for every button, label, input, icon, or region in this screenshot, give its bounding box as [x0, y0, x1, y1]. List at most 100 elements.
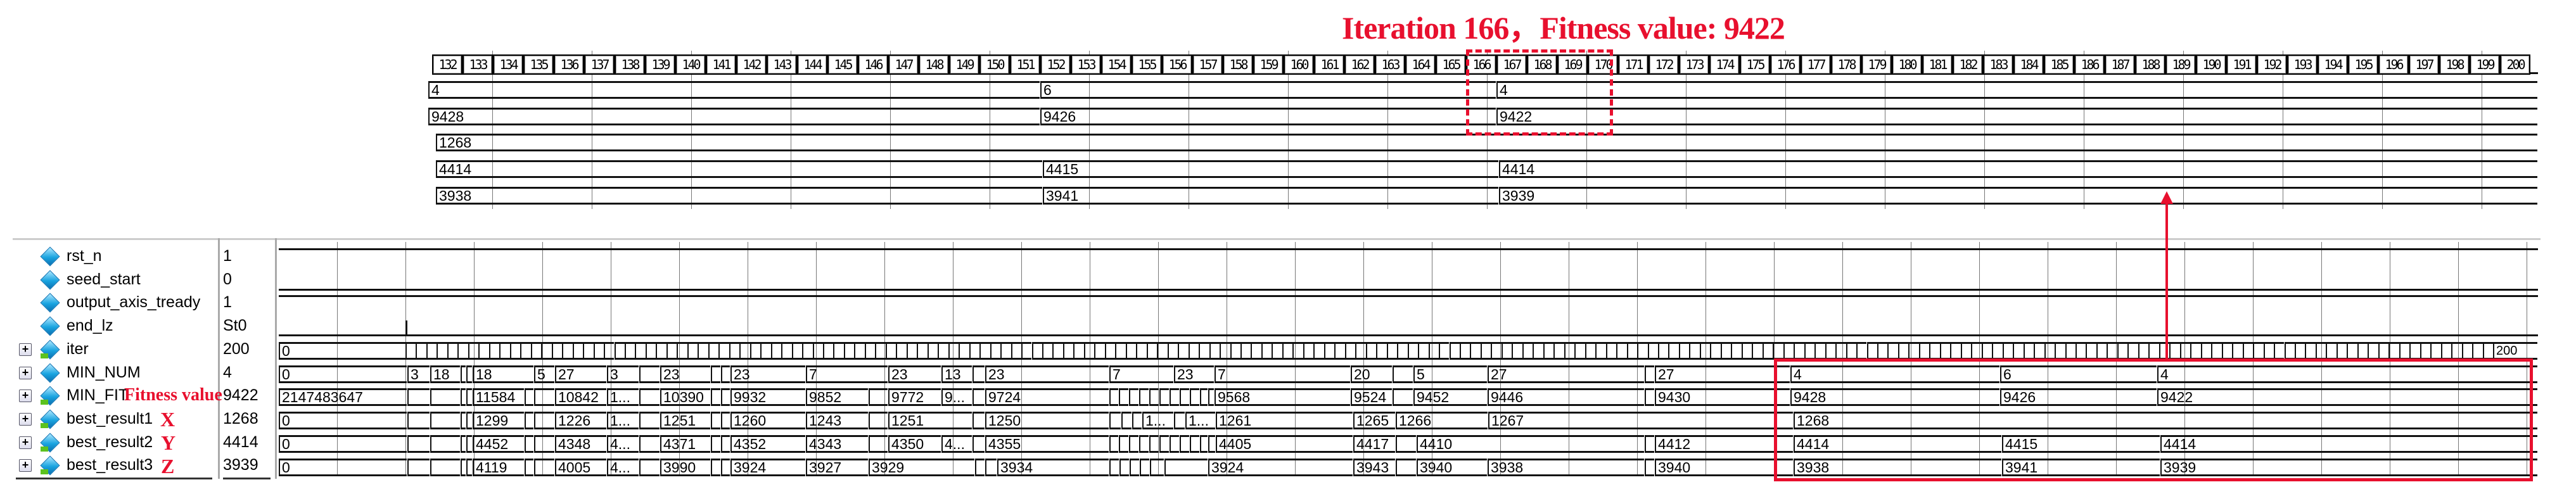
iter-cell: 150 — [979, 54, 1010, 75]
bus-segment — [2472, 342, 2483, 360]
bus-segment — [1522, 342, 1533, 360]
signal-name[interactable]: best_result2 — [67, 433, 153, 452]
bus-segment — [1584, 342, 1596, 360]
bus-segment — [721, 458, 730, 476]
bus-segment: 23 — [660, 365, 710, 383]
bus-segment — [499, 342, 510, 360]
bus-segment — [525, 388, 533, 407]
bus-segment — [1121, 412, 1132, 430]
expand-toggle-icon[interactable]: + — [19, 459, 32, 472]
bus-segment: 9524 — [1351, 388, 1392, 407]
bus-segment: 9430 — [1655, 388, 1790, 407]
bus-segment — [721, 365, 730, 383]
bus-segment: 9... — [941, 388, 972, 407]
bus-segment — [2096, 342, 2107, 360]
bus-segment — [407, 458, 430, 476]
signal-name[interactable]: best_result3 — [67, 456, 153, 474]
bus-segment — [430, 458, 460, 476]
signal-name[interactable]: output_axis_tready — [67, 293, 200, 312]
iter-cell: 180 — [1892, 54, 1922, 75]
bus-segment — [1645, 388, 1654, 407]
signal-name[interactable]: seed_start — [67, 270, 141, 289]
signal-name[interactable]: MIN_NUM — [67, 364, 141, 382]
iter-cell: 151 — [1010, 54, 1040, 75]
bus-segment — [1282, 342, 1293, 360]
bus-segment — [948, 342, 959, 360]
bus-segment: 4... — [941, 434, 972, 453]
signal-name[interactable]: MIN_FIT — [67, 386, 128, 405]
bus-segment — [1251, 342, 1261, 360]
bus-segment — [1109, 388, 1118, 407]
bus-segment — [1094, 342, 1105, 360]
bus-segment — [1208, 434, 1215, 453]
bus-segment — [823, 342, 834, 360]
bus-segment: 3938 — [1488, 458, 1644, 476]
value-column-bottom — [223, 478, 271, 479]
bus-segment — [1344, 342, 1356, 360]
bus-segment: 0 — [279, 434, 407, 453]
bus-segment: 3 — [407, 365, 430, 383]
bus-segment — [1109, 458, 1119, 476]
bus-segment — [520, 342, 531, 360]
bus-segment — [1866, 342, 1877, 360]
bus-segment: 3924 — [1208, 458, 1353, 476]
iter-cell: 160 — [1284, 54, 1314, 75]
bus-segment — [1119, 458, 1129, 476]
bus-segment — [1470, 342, 1481, 360]
bus-segment — [1199, 342, 1209, 360]
bus-segment — [985, 458, 997, 476]
bus-segment — [437, 342, 447, 360]
expand-toggle-icon[interactable]: + — [19, 412, 32, 426]
bus-segment — [1146, 342, 1157, 360]
signal-name[interactable]: rst_n — [67, 247, 102, 265]
bus-segment: 3 — [607, 365, 639, 383]
bus-segment — [2034, 342, 2044, 360]
bus-segment — [708, 342, 719, 360]
bus-segment — [430, 434, 460, 453]
bus-segment — [593, 342, 604, 360]
wave-end_lz-pulse — [405, 320, 407, 336]
bus-segment — [687, 342, 698, 360]
iter-cell: 171 — [1618, 54, 1648, 75]
iter-cell: 196 — [2378, 54, 2409, 75]
bus-segment — [1132, 412, 1142, 430]
bus-segment: 18 — [473, 365, 533, 383]
bus-segment — [583, 342, 594, 360]
signal-name[interactable]: best_result1 — [67, 410, 153, 428]
bus-segment — [2075, 342, 2086, 360]
bus-segment — [430, 412, 460, 430]
iter-cell: 172 — [1648, 54, 1679, 75]
bus-segment — [1699, 342, 1711, 360]
bus-segment — [975, 458, 985, 476]
signal-name[interactable]: iter — [67, 340, 89, 358]
bus-segment: 1261 — [1216, 412, 1353, 430]
iter-cell: 183 — [1983, 54, 2013, 75]
iter-cell: 163 — [1375, 54, 1405, 75]
bus-segment: 4... — [607, 434, 639, 453]
signal-name[interactable]: end_lz — [67, 317, 113, 335]
bus-segment: 1250 — [985, 412, 1109, 430]
iter-cell: 147 — [888, 54, 919, 75]
expand-toggle-icon[interactable]: + — [19, 436, 32, 449]
iter-cell: 146 — [858, 54, 888, 75]
bus-segment — [2200, 342, 2212, 360]
iter-cell: 162 — [1344, 54, 1375, 75]
bus-segment: 1... — [607, 412, 639, 430]
bus-segment — [864, 342, 876, 360]
expand-toggle-icon[interactable]: + — [19, 390, 32, 403]
bus-segment — [2013, 342, 2024, 360]
bus-segment: 4005 — [555, 458, 606, 476]
bus-segment — [1083, 342, 1095, 360]
bus-segment — [1950, 342, 1961, 360]
bus-segment — [1689, 342, 1700, 360]
bus-segment — [1710, 342, 1721, 360]
signal-value: 9422 — [223, 386, 258, 405]
bus-segment — [1149, 434, 1159, 453]
bus-segment — [1164, 458, 1208, 476]
iter-cell: 189 — [2165, 54, 2196, 75]
expand-toggle-icon[interactable]: + — [19, 343, 32, 356]
bus-segment — [2117, 342, 2128, 360]
iter-cell: 184 — [2013, 54, 2044, 75]
expand-toggle-icon[interactable]: + — [19, 366, 32, 379]
bus-segment — [604, 342, 615, 360]
